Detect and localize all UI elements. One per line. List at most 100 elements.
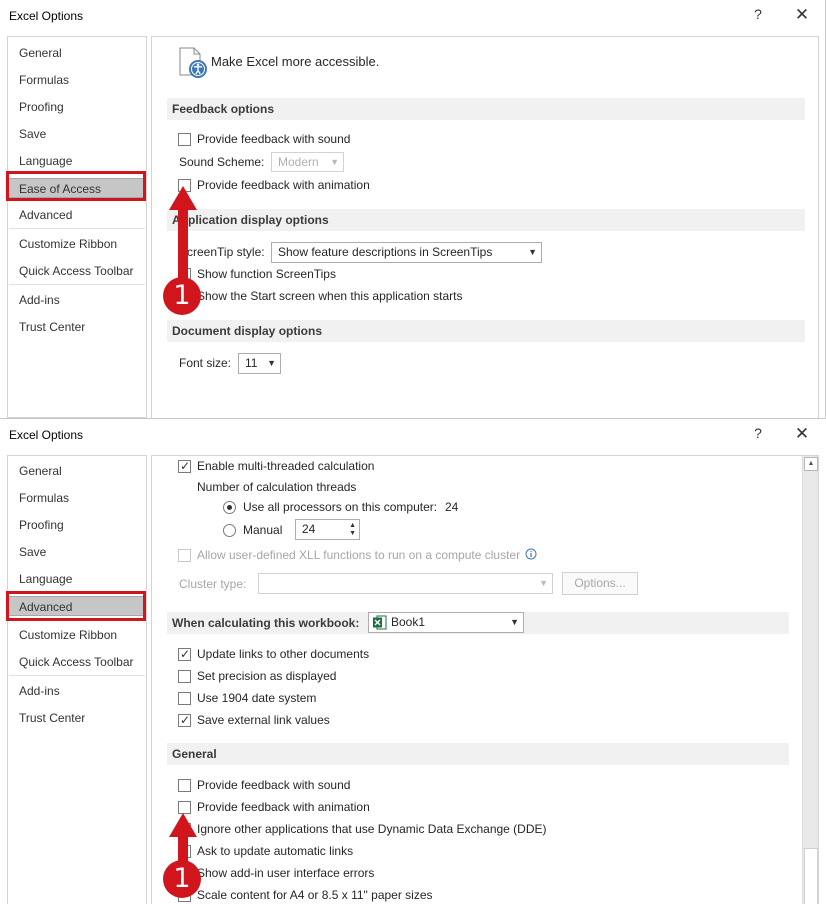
multithreaded-label: Enable multi-threaded calculation — [197, 459, 375, 473]
scroll-thumb[interactable] — [804, 848, 818, 904]
scale-content-label: Scale content for A4 or 8.5 x 11" paper … — [197, 888, 433, 902]
close-icon[interactable]: ✕ — [792, 424, 812, 444]
chevron-down-icon: ▼ — [539, 578, 548, 588]
processor-count: 24 — [445, 500, 459, 514]
multithreaded-checkbox[interactable]: ✓ — [178, 459, 191, 473]
ignore-dde-label: Ignore other applications that use Dynam… — [197, 822, 547, 836]
check-icon: ✓ — [180, 647, 191, 661]
show-function-screentips-label: Show function ScreenTips — [197, 267, 336, 281]
radio-dot — [227, 505, 232, 510]
section-document-display-options: Document display options — [167, 320, 805, 342]
nav-advanced[interactable]: Advanced — [8, 205, 146, 225]
screentip-style-value: Show feature descriptions in ScreenTips — [278, 245, 493, 259]
show-addin-errors-label: Show add-in user interface errors — [197, 866, 375, 880]
spin-up-icon[interactable]: ▲ — [349, 522, 356, 530]
page-heading: Make Excel more accessible. — [211, 54, 380, 69]
font-size-label: Font size: — [179, 356, 232, 370]
feedback-sound-checkbox[interactable] — [178, 133, 191, 146]
nav-customize-ribbon[interactable]: Customize Ribbon — [8, 625, 146, 645]
chevron-down-icon: ▼ — [267, 358, 276, 368]
use-1904-checkbox[interactable] — [178, 692, 191, 705]
set-precision-label: Set precision as displayed — [197, 669, 337, 683]
nav-separator — [9, 284, 145, 285]
nav-general[interactable]: General — [8, 43, 146, 63]
section-feedback-options: Feedback options — [167, 98, 805, 120]
help-icon[interactable]: ? — [752, 6, 764, 22]
font-size-value: 11 — [245, 356, 258, 370]
nav-save[interactable]: Save — [8, 542, 146, 562]
help-icon[interactable]: ? — [752, 425, 764, 441]
cluster-type-label: Cluster type: — [179, 577, 247, 591]
feedback-animation-label: Provide feedback with animation — [197, 178, 370, 192]
nav-general[interactable]: General — [8, 461, 146, 481]
check-icon: ✓ — [180, 713, 191, 727]
info-icon[interactable] — [525, 548, 537, 560]
nav-quick-access-toolbar[interactable]: Quick Access Toolbar — [8, 261, 146, 281]
chevron-down-icon: ▼ — [330, 157, 339, 167]
set-precision-checkbox[interactable] — [178, 670, 191, 683]
excel-options-dialog-advanced: Excel Options ? ✕ General Formulas Proof… — [0, 418, 826, 904]
nav-proofing[interactable]: Proofing — [8, 97, 146, 117]
annotation-step-badge: 1 — [163, 860, 201, 898]
use-1904-label: Use 1904 date system — [197, 691, 317, 705]
cluster-type-dropdown[interactable]: ▼ — [258, 573, 553, 594]
annotation-step-badge: 1 — [163, 277, 201, 315]
check-icon: ✓ — [180, 459, 191, 473]
when-calculating-label: When calculating this workbook: — [172, 616, 360, 630]
feedback-sound-checkbox[interactable] — [178, 779, 191, 792]
font-size-dropdown[interactable]: 11 ▼ — [238, 353, 281, 374]
content-pane: Make Excel more accessible. Feedback opt… — [151, 36, 819, 418]
nav-formulas[interactable]: Formulas — [8, 70, 146, 90]
nav-trust-center[interactable]: Trust Center — [8, 317, 146, 337]
nav-trust-center[interactable]: Trust Center — [8, 708, 146, 728]
nav-save[interactable]: Save — [8, 124, 146, 144]
allow-xll-checkbox[interactable] — [178, 549, 191, 562]
nav-add-ins[interactable]: Add-ins — [8, 290, 146, 310]
sound-scheme-dropdown[interactable]: Modern ▼ — [271, 152, 344, 172]
save-external-checkbox[interactable]: ✓ — [178, 713, 191, 727]
manual-label: Manual — [243, 523, 283, 537]
ask-update-links-label: Ask to update automatic links — [197, 844, 354, 858]
highlight-box — [6, 591, 146, 621]
workbook-dropdown[interactable]: Book1 ▼ — [368, 612, 524, 633]
feedback-sound-label: Provide feedback with sound — [197, 778, 351, 792]
scroll-up-icon[interactable]: ▲ — [804, 457, 818, 471]
nav-add-ins[interactable]: Add-ins — [8, 681, 146, 701]
screentip-style-dropdown[interactable]: Show feature descriptions in ScreenTips … — [271, 242, 542, 263]
close-icon[interactable]: ✕ — [792, 5, 812, 25]
nav-formulas[interactable]: Formulas — [8, 488, 146, 508]
nav-language[interactable]: Language — [8, 151, 146, 171]
nav-separator — [9, 228, 145, 229]
update-links-label: Update links to other documents — [197, 647, 370, 661]
nav-quick-access-toolbar[interactable]: Quick Access Toolbar — [8, 652, 146, 672]
manual-threads-radio[interactable] — [223, 524, 236, 537]
nav-customize-ribbon[interactable]: Customize Ribbon — [8, 234, 146, 254]
nav-separator — [9, 675, 145, 676]
chevron-down-icon: ▼ — [528, 247, 537, 257]
annotation-arrow-up — [169, 186, 197, 288]
excel-workbook-icon — [373, 615, 387, 630]
use-all-processors-radio[interactable] — [223, 501, 236, 514]
workbook-value: Book1 — [391, 615, 426, 629]
manual-threads-stepper[interactable]: 24 ▲ ▼ — [295, 519, 360, 540]
nav-language[interactable]: Language — [8, 569, 146, 589]
vertical-scrollbar[interactable]: ▲ — [802, 456, 818, 904]
calculation-threads-label: Number of calculation threads — [197, 480, 357, 494]
save-external-label: Save external link values — [197, 713, 330, 727]
section-general: General — [167, 743, 789, 765]
feedback-sound-label: Provide feedback with sound — [197, 132, 351, 146]
sound-scheme-label: Sound Scheme: — [179, 155, 265, 169]
sound-scheme-value: Modern — [278, 155, 319, 169]
allow-xll-label: Allow user-defined XLL functions to run … — [197, 548, 521, 562]
feedback-animation-label: Provide feedback with animation — [197, 800, 370, 814]
highlight-box — [6, 171, 146, 201]
title-bar: Excel Options ? ✕ — [0, 0, 825, 32]
spin-down-icon[interactable]: ▼ — [349, 530, 356, 538]
update-links-checkbox[interactable]: ✓ — [178, 647, 191, 661]
title-bar: Excel Options ? ✕ — [0, 419, 826, 451]
options-nav-pane: General Formulas Proofing Save Language … — [7, 36, 147, 418]
cluster-options-button[interactable]: Options... — [562, 572, 638, 595]
show-start-screen-label: Show the Start screen when this applicat… — [197, 289, 463, 303]
accessibility-icon — [179, 47, 207, 78]
nav-proofing[interactable]: Proofing — [8, 515, 146, 535]
